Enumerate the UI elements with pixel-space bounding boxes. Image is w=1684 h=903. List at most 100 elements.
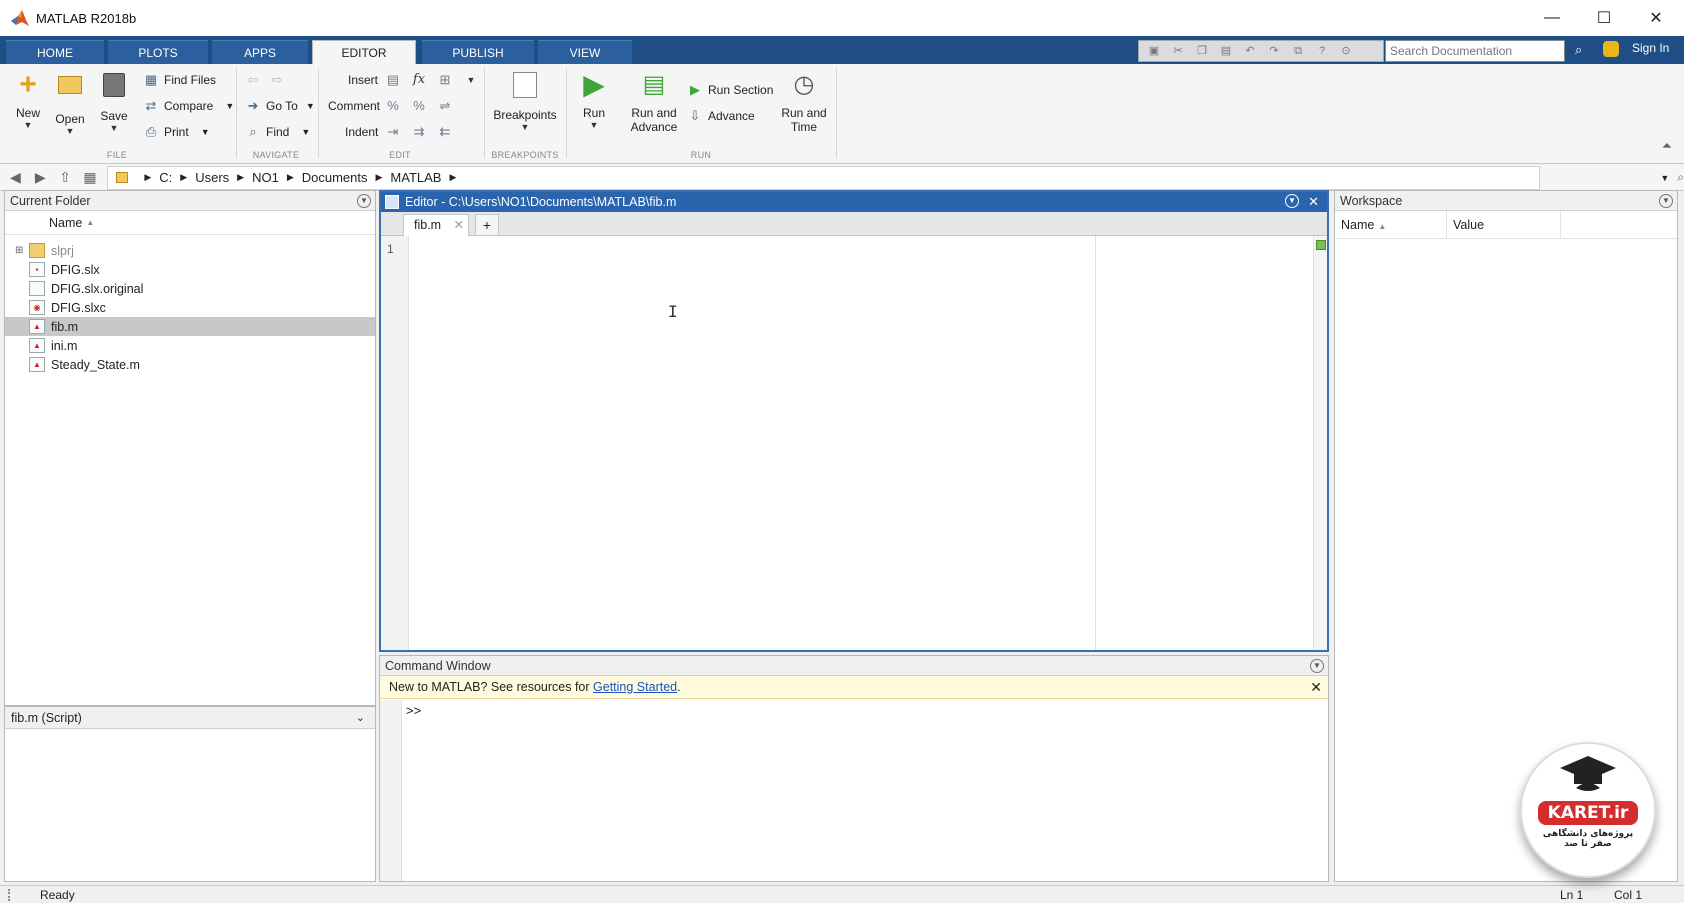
close-banner-icon[interactable]: ✕ <box>1310 676 1322 698</box>
advance-button[interactable]: ⇩ Advance <box>686 106 755 126</box>
comment-percent-icon[interactable]: % <box>384 98 402 114</box>
file-row[interactable]: ▪ DFIG.slx <box>5 260 375 279</box>
m-file-icon: ▲ <box>29 338 45 353</box>
comment-button[interactable]: Comment <box>328 96 380 116</box>
breadcrumb-no1[interactable]: NO1 <box>252 170 279 185</box>
file-row[interactable]: ◉ DFIG.slxc <box>5 298 375 317</box>
tab-view[interactable]: VIEW <box>538 40 632 64</box>
tab-apps[interactable]: APPS <box>212 40 308 64</box>
smart-indent-icon[interactable]: ⇥ <box>384 124 402 140</box>
wrap-comments-icon[interactable]: ⇌ <box>436 98 454 114</box>
chevron-down-icon[interactable]: ▼ <box>462 72 480 88</box>
right-margin-line <box>1095 236 1096 650</box>
tab-plots[interactable]: PLOTS <box>108 40 208 64</box>
name-column-header[interactable]: Name ▲ <box>1335 210 1447 239</box>
paste-icon[interactable]: ▤ <box>1217 43 1235 59</box>
maximize-button[interactable]: ☐ <box>1578 0 1630 36</box>
folder-row-slprj[interactable]: ⊞ slprj <box>5 241 375 260</box>
print-button[interactable]: ⎙ Print ▼ <box>142 122 210 142</box>
m-file-icon: ▲ <box>29 357 45 372</box>
cut-icon[interactable]: ✂ <box>1169 43 1187 59</box>
run-button[interactable]: ▶ Run ▼ <box>576 70 612 131</box>
options-icon[interactable]: ⊙ <box>1337 43 1355 59</box>
forward-icon[interactable]: ▶ <box>31 169 50 186</box>
generic-file-icon <box>29 281 45 296</box>
run-and-advance-button[interactable]: ▤ Run and Advance <box>626 70 682 134</box>
indent-button[interactable]: Indent <box>345 122 378 142</box>
copy-icon[interactable]: ❐ <box>1193 43 1211 59</box>
close-button[interactable]: ✕ <box>1630 0 1682 36</box>
search-documentation-input[interactable] <box>1385 40 1565 62</box>
command-prompt[interactable]: fx >> <box>380 699 1328 721</box>
details-header[interactable]: fib.m (Script) ⌄ <box>5 707 375 729</box>
collapse-ribbon-icon[interactable]: ⏶ <box>1658 138 1676 154</box>
find-files-button[interactable]: ▦ Find Files <box>142 70 216 90</box>
search-folder-icon[interactable]: ⌕ <box>1677 170 1684 185</box>
group-label-run: RUN <box>690 150 712 160</box>
file-row[interactable]: ▲ Steady_State.m <box>5 355 375 374</box>
panel-actions-icon[interactable]: ▼ <box>1310 659 1324 673</box>
file-row[interactable]: DFIG.slx.original <box>5 279 375 298</box>
chevron-down-icon: ▼ <box>23 120 33 130</box>
breadcrumb-documents[interactable]: Documents <box>302 170 368 185</box>
value-column-header[interactable]: Value <box>1447 210 1561 239</box>
panel-actions-icon[interactable]: ▼ <box>357 194 371 208</box>
insert-button[interactable]: Insert <box>348 70 378 90</box>
go-to-button[interactable]: ➜ Go To ▼ <box>244 96 315 116</box>
insert-section-icon[interactable]: ▤ <box>384 72 402 88</box>
open-button[interactable]: Open ▼ <box>50 70 90 136</box>
tab-publish[interactable]: PUBLISH <box>422 40 534 64</box>
close-tab-icon[interactable]: ✕ <box>454 215 464 235</box>
new-tab-button[interactable]: + <box>475 214 499 236</box>
search-icon[interactable]: ⌕ <box>1575 42 1582 58</box>
uncomment-icon[interactable]: % <box>410 98 428 114</box>
new-button[interactable]: + New ▼ <box>10 68 46 131</box>
editor-panel: Editor - C:\Users\NO1\Documents\MATLAB\f… <box>379 190 1329 652</box>
decrease-indent-icon[interactable]: ⇇ <box>436 124 454 140</box>
magnifier-icon: ⌕ <box>249 124 257 139</box>
expand-icon[interactable]: ⊞ <box>15 245 29 256</box>
compare-button[interactable]: ⇄ Compare ▼ <box>142 96 235 116</box>
back-arrow-icon[interactable]: ⇦ <box>244 72 262 88</box>
file-row-selected[interactable]: ▲ fib.m <box>5 317 375 336</box>
new-plus-icon: + <box>19 68 37 101</box>
redo-icon[interactable]: ↷ <box>1265 43 1283 59</box>
path-dropdown-icon[interactable]: ▼ <box>1660 173 1669 183</box>
panel-actions-icon[interactable]: ▼ <box>1659 194 1673 208</box>
run-and-time-button[interactable]: ◷ Run and Time <box>776 70 832 134</box>
insert-code-icon[interactable]: ⊞ <box>436 72 454 88</box>
breadcrumb-users[interactable]: Users <box>195 170 229 185</box>
up-folder-icon[interactable]: ⇧ <box>56 169 75 186</box>
name-column-header[interactable]: Name ▲ <box>5 211 375 235</box>
getting-started-link[interactable]: Getting Started <box>593 680 677 694</box>
tab-fib-m[interactable]: fib.m ✕ <box>403 214 469 236</box>
save-button[interactable]: Save ▼ <box>94 70 134 133</box>
back-icon[interactable]: ◀ <box>6 169 25 186</box>
switch-windows-icon[interactable]: ⧉ <box>1289 43 1307 59</box>
help-icon[interactable]: ? <box>1313 43 1331 59</box>
chevron-right-icon: ▶ <box>180 172 188 182</box>
save-icon[interactable]: ▣ <box>1145 43 1163 59</box>
minimize-button[interactable]: — <box>1526 0 1578 36</box>
forward-arrow-icon[interactable]: ⇨ <box>268 72 286 88</box>
file-row[interactable]: ▲ ini.m <box>5 336 375 355</box>
chevron-down-icon[interactable]: ⌄ <box>356 707 365 729</box>
tab-home[interactable]: HOME <box>6 40 104 64</box>
browse-folder-icon[interactable]: ▦ <box>81 169 100 186</box>
tab-editor[interactable]: EDITOR <box>312 40 416 65</box>
current-folder-panel: Current Folder ▼ Name ▲ ⊞ slprj ▪ DFIG.sl… <box>4 190 376 706</box>
find-button[interactable]: ⌕ Find ▼ <box>244 122 310 142</box>
notification-bell-icon[interactable] <box>1603 41 1619 57</box>
run-section-button[interactable]: ▶ Run Section <box>686 80 773 100</box>
undo-icon[interactable]: ↶ <box>1241 43 1259 59</box>
sign-in-link[interactable]: Sign In <box>1632 41 1669 55</box>
increase-indent-icon[interactable]: ⇉ <box>410 124 428 140</box>
close-editor-icon[interactable]: ✕ <box>1308 192 1319 212</box>
breakpoints-button[interactable]: Breakpoints ▼ <box>490 70 560 132</box>
insert-function-icon[interactable]: fx <box>410 72 428 88</box>
folder-path[interactable]: ▶ C: ▶ Users ▶ NO1 ▶ Documents ▶ MATLAB … <box>107 165 1541 190</box>
breadcrumb-c[interactable]: C: <box>159 170 172 185</box>
breadcrumb-matlab[interactable]: MATLAB <box>390 170 441 185</box>
panel-actions-icon[interactable]: ▼ <box>1285 194 1299 208</box>
editor-scrollbar[interactable] <box>1313 236 1327 650</box>
